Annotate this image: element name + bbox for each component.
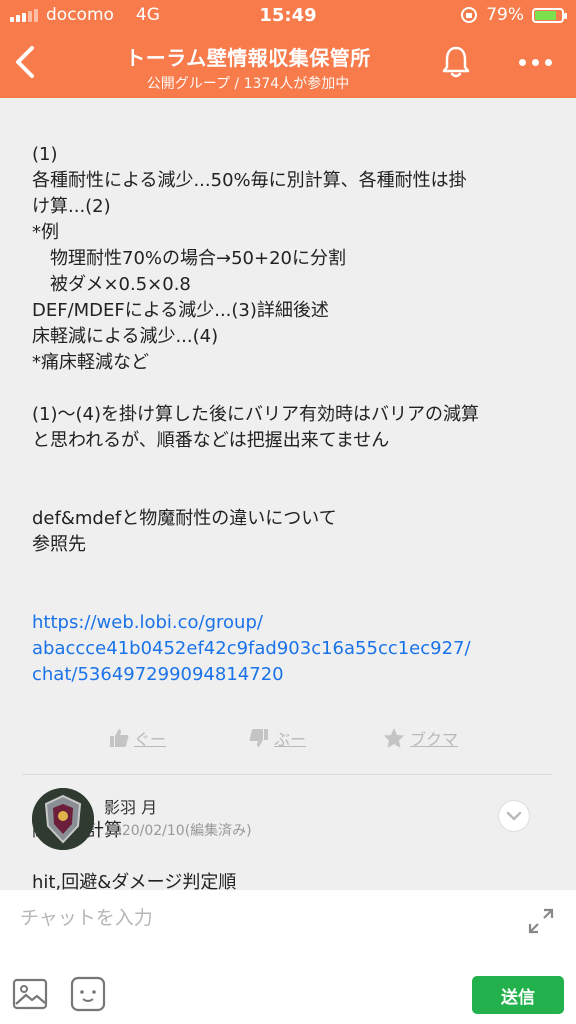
message-line: 床軽減による減少...(4) [32,326,219,347]
message-line: (1) [32,144,58,165]
message-line: と思われるが、順番などは把握出来てません [32,430,390,451]
good-label: ぐー [134,730,167,749]
message-body: (1) 各種耐性による減少...50%毎に別計算、各種耐性は掛 け算...(2) *例… [32,98,552,890]
image-icon[interactable] [12,978,48,1010]
more-menu-icon[interactable] [515,44,555,80]
message-line [32,376,552,402]
star-icon [384,728,404,748]
divider [22,774,552,775]
message-line: 参照先 [32,534,86,555]
link-line[interactable]: chat/536497299094814720 [32,662,552,688]
thumbs-up-icon [110,729,129,747]
link-line[interactable]: https://web.lobi.co/group/ [32,610,552,636]
message-line: (1)〜(4)を掛け算した後にバリア有効時はバリアの減算 [32,404,479,425]
boo-label: ぶー [274,730,307,749]
status-bar: docomo 4G 15:49 79% [0,0,576,30]
boo-button[interactable]: ぶー [248,726,306,750]
thumbs-down-icon [249,729,268,747]
chat-content[interactable]: (1) 各種耐性による減少...50%毎に別計算、各種耐性は掛 け算...(2) *例… [0,98,576,890]
battery-percent: 79% [486,5,524,25]
bookmark-label: ブクマ [410,730,459,749]
chat-input[interactable] [20,902,500,934]
input-bar: 送信 [0,890,576,1024]
reference-link-1[interactable]: https://web.lobi.co/group/abaccce41b0452… [32,610,552,688]
avatar[interactable] [32,788,94,850]
next-post-text: hit,回避&ダメージ判定順 [32,872,237,890]
back-arrow-icon[interactable] [8,40,42,84]
message-line [32,480,552,506]
rotation-lock-icon [461,7,478,23]
chevron-down-icon[interactable] [498,800,530,832]
message-line [32,454,552,480]
top-bar: docomo 4G 15:49 79% トーラム壁情報収集保管所 公開グループ … [0,0,576,98]
message-line: 物理耐性70%の場合→50+20に分割 [32,248,346,269]
group-title: トーラム壁情報収集保管所 [125,46,371,70]
message-line: 各種耐性による減少...50%毎に別計算、各種耐性は掛 [32,170,467,191]
good-button[interactable]: ぐー [108,726,166,750]
reaction-bar: ぐー ぶー ブクマ [0,726,576,758]
expand-icon[interactable] [526,906,556,936]
bell-icon[interactable] [440,44,472,80]
post-date: 2020/02/10(編集済み) [104,823,252,839]
bookmark-button[interactable]: ブクマ [382,726,458,750]
battery-icon [532,7,567,23]
message-line: def&mdefと物魔耐性の違いについて [32,508,337,529]
message-line: *例 [32,222,59,243]
message-line: *痛床軽減など [32,352,149,373]
sticker-icon[interactable] [70,976,106,1012]
link-line[interactable]: abaccce41b0452ef42c9fad903c16a55cc1ec927… [32,636,552,662]
send-button[interactable]: 送信 [472,976,564,1014]
next-post-header: 影羽 月 2020/02/10(編集済み) [0,782,576,882]
message-line: DEF/MDEFによる減少...(3)詳細後述 [32,300,329,321]
message-line: け算...(2) [32,196,111,217]
message-line: 被ダメ×0.5×0.8 [32,274,191,295]
chat-header: トーラム壁情報収集保管所 公開グループ / 1374人が参加中 [0,30,576,98]
author-name[interactable]: 影羽 月 [104,794,157,818]
group-subtitle: 公開グループ / 1374人が参加中 [146,76,350,92]
